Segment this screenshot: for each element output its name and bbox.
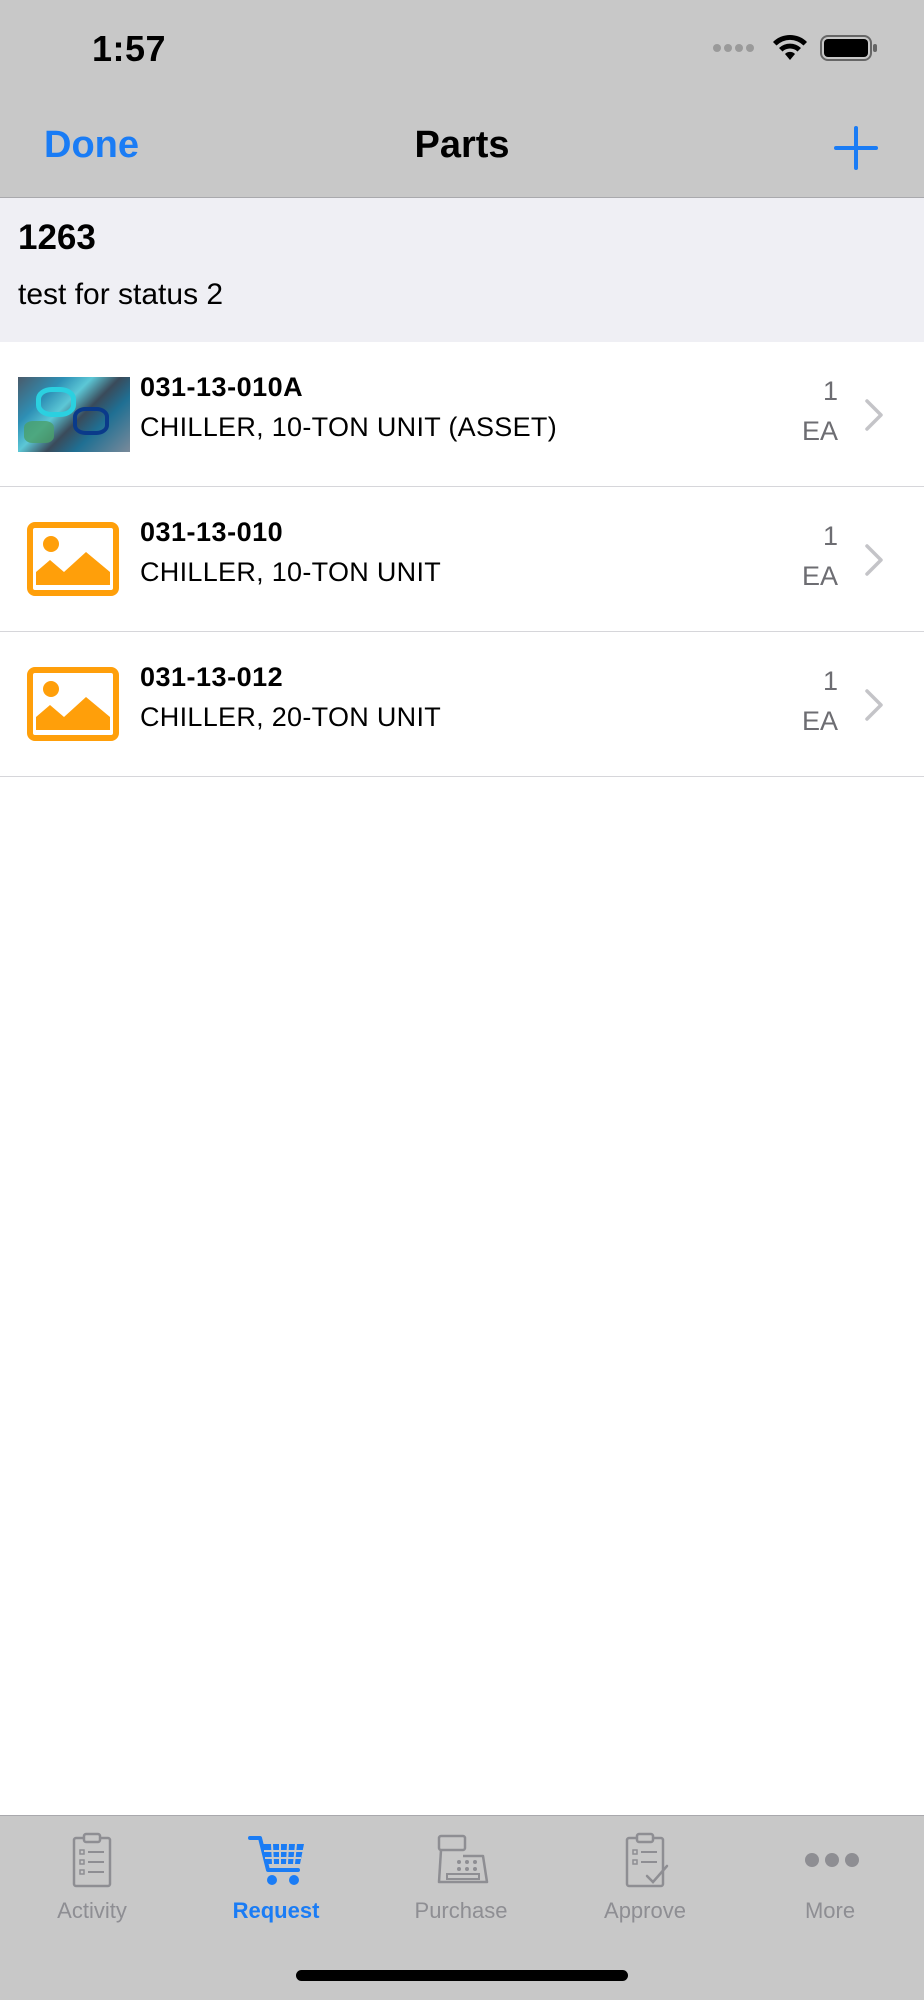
clipboard-list-icon <box>72 1832 112 1888</box>
more-dots-icon <box>805 1853 859 1867</box>
part-unit: EA <box>801 706 838 736</box>
tab-request[interactable]: Request <box>184 1816 368 1936</box>
status-icons <box>713 34 878 62</box>
part-unit: EA <box>801 561 838 591</box>
add-icon[interactable] <box>828 120 884 176</box>
chevron-right-icon <box>865 399 883 431</box>
tab-purchase[interactable]: Purchase <box>369 1816 553 1936</box>
wifi-icon <box>773 34 807 60</box>
tab-label: Request <box>232 1898 320 1923</box>
tab-activity[interactable]: Activity <box>0 1816 184 1936</box>
image-placeholder-icon <box>27 667 119 741</box>
part-number: 031-13-010A <box>140 372 304 402</box>
part-quantity: 1 <box>822 666 838 696</box>
cellular-signal-icon <box>713 44 754 52</box>
clipboard-check-icon <box>625 1832 669 1888</box>
part-quantity: 1 <box>822 376 838 406</box>
parts-list: 031-13-010A CHILLER, 10-TON UNIT (ASSET)… <box>0 342 924 777</box>
part-quantity: 1 <box>822 521 838 551</box>
chevron-right-icon <box>865 544 883 576</box>
status-bar: 1:57 <box>0 0 924 98</box>
tab-approve[interactable]: Approve <box>553 1816 737 1936</box>
part-photo <box>18 377 130 452</box>
request-description: test for status 2 <box>18 278 224 311</box>
tab-label: More <box>804 1898 856 1923</box>
navigation-bar: Done Parts <box>0 98 924 198</box>
tab-label: Activity <box>57 1898 127 1923</box>
list-item[interactable]: 031-13-010 CHILLER, 10-TON UNIT 1 EA <box>0 487 924 632</box>
part-unit: EA <box>801 416 838 446</box>
part-number: 031-13-010 <box>140 517 284 547</box>
shopping-cart-icon <box>248 1836 304 1885</box>
part-description: CHILLER, 10-TON UNIT <box>140 557 442 587</box>
chevron-right-icon <box>865 689 883 721</box>
part-description: CHILLER, 20-TON UNIT <box>140 702 442 732</box>
part-description: CHILLER, 10-TON UNIT (ASSET) <box>140 412 557 442</box>
request-header: 1263 test for status 2 <box>0 198 924 342</box>
request-id: 1263 <box>18 218 96 257</box>
battery-icon <box>820 35 877 61</box>
home-indicator[interactable] <box>296 1970 628 1981</box>
cash-register-icon <box>437 1834 489 1884</box>
list-item[interactable]: 031-13-012 CHILLER, 20-TON UNIT 1 EA <box>0 632 924 777</box>
part-number: 031-13-012 <box>140 662 284 692</box>
tab-label: Approve <box>604 1898 686 1923</box>
list-item[interactable]: 031-13-010A CHILLER, 10-TON UNIT (ASSET)… <box>0 342 924 487</box>
image-placeholder-icon <box>27 522 119 596</box>
tab-more[interactable]: More <box>738 1816 922 1936</box>
tab-label: Purchase <box>414 1898 508 1923</box>
status-time: 1:57 <box>92 28 167 69</box>
done-button[interactable]: Done <box>44 124 139 167</box>
